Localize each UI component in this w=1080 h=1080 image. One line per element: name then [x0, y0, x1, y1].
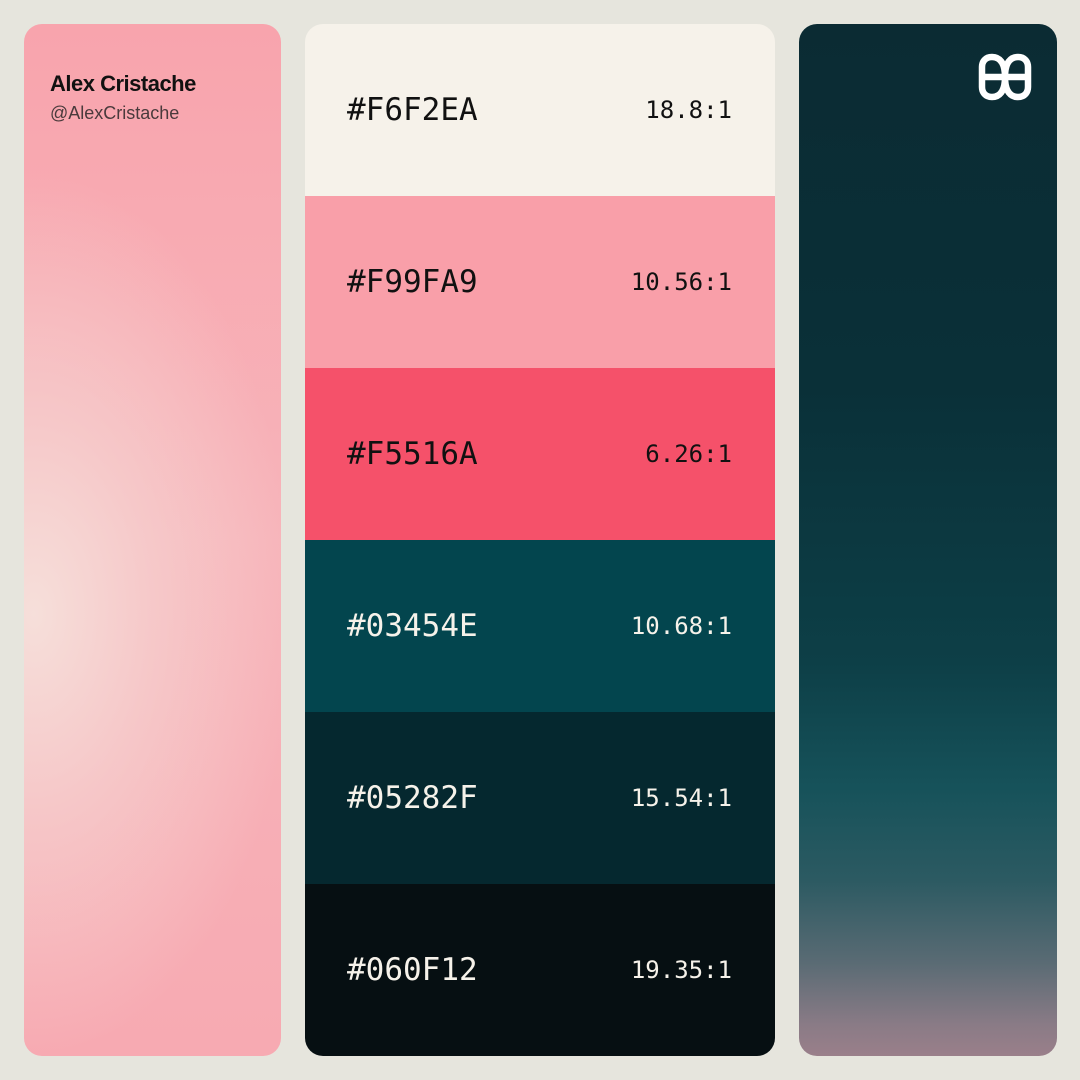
swatch-contrast-ratio: 10.68:1: [630, 612, 732, 640]
pink-gradient-panel: Alex Cristache @AlexCristache: [24, 24, 281, 1056]
author-name: Alex Cristache: [50, 71, 196, 96]
swatch-contrast-ratio: 10.56:1: [630, 268, 732, 296]
swatch-contrast-ratio: 19.35:1: [630, 956, 732, 984]
color-swatch: #F6F2EA 18.8:1: [305, 24, 775, 196]
swatch-contrast-ratio: 15.54:1: [630, 784, 732, 812]
swatch-hex-code: #F6F2EA: [347, 92, 478, 128]
color-palette: #F6F2EA 18.8:1 #F99FA9 10.56:1 #F5516A 6…: [305, 24, 775, 1056]
color-swatch: #F99FA9 10.56:1: [305, 196, 775, 368]
swatch-hex-code: #05282F: [347, 780, 478, 816]
color-swatch: #05282F 15.54:1: [305, 712, 775, 884]
swatch-contrast-ratio: 18.8:1: [645, 96, 732, 124]
author-handle: @AlexCristache: [50, 103, 180, 123]
color-swatch: #060F12 19.35:1: [305, 884, 775, 1056]
teal-gradient-panel: [799, 24, 1057, 1056]
swatch-hex-code: #F99FA9: [347, 264, 478, 300]
color-swatch: #03454E 10.68:1: [305, 540, 775, 712]
swatch-contrast-ratio: 6.26:1: [645, 440, 732, 468]
swatch-hex-code: #F5516A: [347, 436, 478, 472]
swatch-hex-code: #03454E: [347, 608, 478, 644]
swatch-hex-code: #060F12: [347, 952, 478, 988]
color-swatch: #F5516A 6.26:1: [305, 368, 775, 540]
double-loop-logo-icon: [978, 53, 1032, 101]
